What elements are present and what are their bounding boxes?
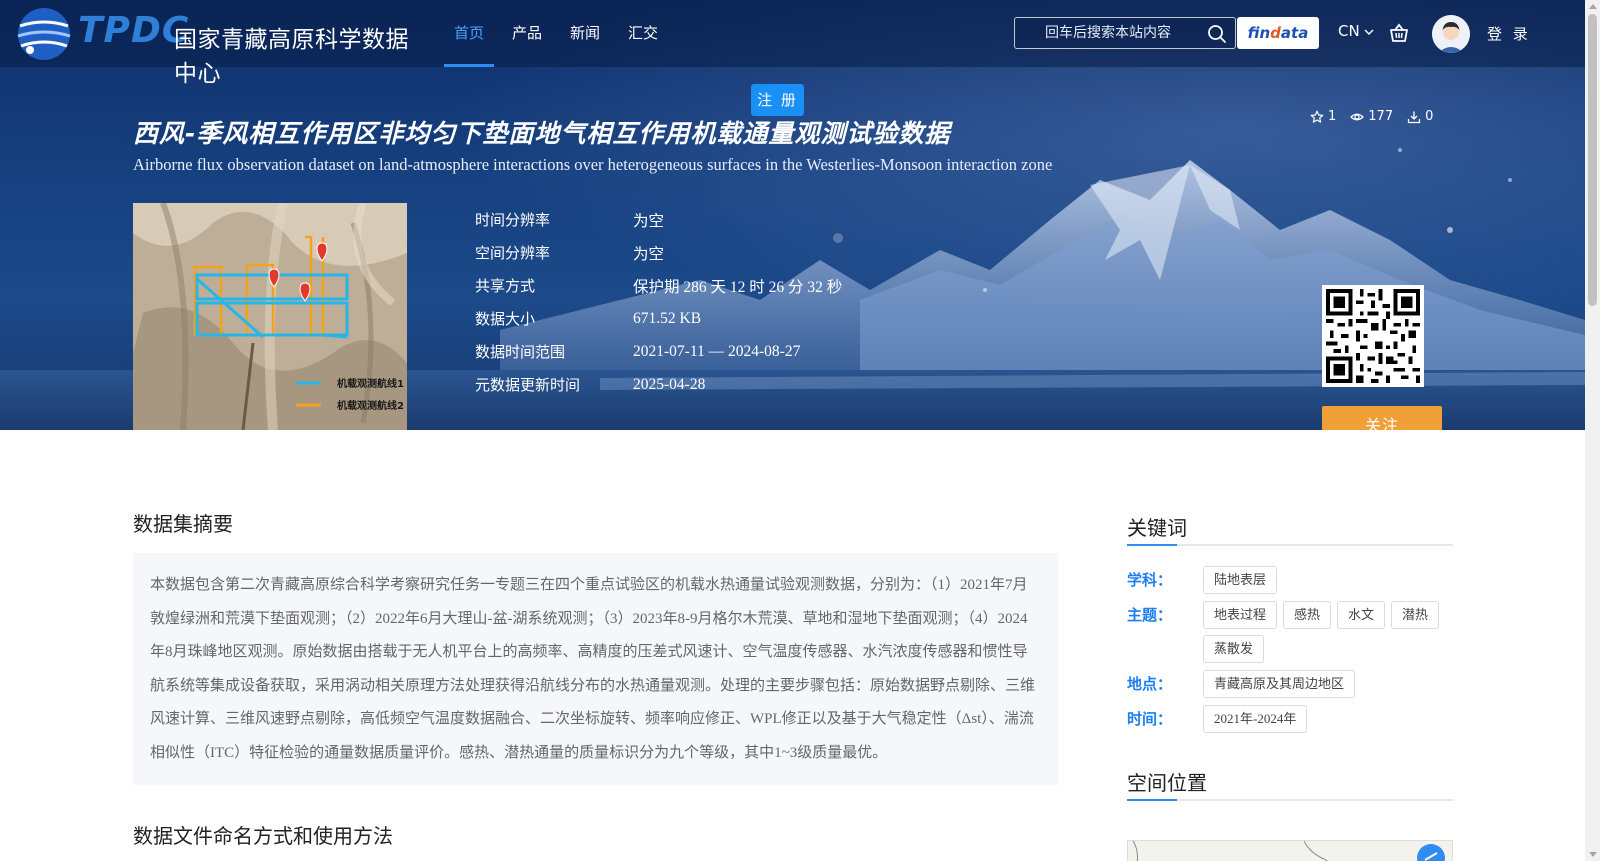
globe-logo-icon — [17, 8, 71, 60]
meta-row: 元数据更新时间 2025-04-28 — [475, 368, 842, 401]
keyword-row-theme: 主题： 地表过程 感热 水文 潜热 蒸散发 — [1127, 601, 1453, 663]
login-link[interactable]: 登 录 — [1487, 23, 1531, 44]
meta-value: 2025-04-28 — [633, 375, 706, 393]
keyword-tag[interactable]: 潜热 — [1391, 601, 1440, 629]
meta-label: 空间分辨率 — [475, 244, 551, 262]
cart-icon[interactable] — [1388, 22, 1410, 44]
chevron-down-icon — [1364, 29, 1374, 35]
meta-label: 元数据更新时间 — [475, 376, 581, 394]
nav-item-home[interactable]: 首页 — [440, 0, 498, 67]
flight-route-map-image: 机载观测航线1 机载观测航线2 — [133, 203, 407, 430]
file-naming-title: 数据文件命名方式和使用方法 — [133, 824, 393, 848]
page-scrollbar[interactable] — [1585, 0, 1600, 861]
nav-item-products[interactable]: 产品 — [498, 0, 556, 67]
keyword-label: 主题： — [1127, 606, 1173, 624]
keyword-tags: 地表过程 感热 水文 潜热 蒸散发 — [1203, 601, 1453, 663]
legend-route2: 机载观测航线2 — [337, 399, 404, 412]
page: TPDC 国家青藏高原科学数据中心 首页 产品 新闻 汇交 findata CN — [0, 0, 1600, 861]
keyword-tags: 青藏高原及其周边地区 — [1203, 670, 1453, 698]
logo-chinese-name: 国家青藏高原科学数据中心 — [174, 27, 409, 87]
keyword-row-place: 地点： 青藏高原及其周边地区 — [1127, 670, 1453, 698]
keyword-tags: 陆地表层 — [1203, 566, 1453, 594]
sidebar: 关键词 学科： 陆地表层 主题： 地表过程 感热 水文 潜热 蒸散发 地点： 青… — [1127, 512, 1453, 801]
site-logo[interactable]: TPDC 国家青藏高原科学数据中心 — [14, 4, 414, 87]
map-image — [1128, 841, 1452, 861]
keyword-tag[interactable]: 陆地表层 — [1203, 566, 1278, 594]
findata-label-part3: ata — [1280, 24, 1309, 42]
legend-route1: 机载观测航线1 — [337, 377, 404, 390]
dataset-metadata: 时间分辨率 为空 空间分辨率 为空 共享方式 保护期 286 天 12 时 26… — [475, 203, 842, 401]
meta-value: 保护期 286 天 12 时 26 分 32 秒 — [633, 278, 843, 296]
meta-label: 时间分辨率 — [475, 211, 551, 229]
search-icon[interactable] — [1207, 24, 1227, 44]
dataset-title-cn: 西风-季风相互作用区非均匀下垫面地气相互作用机载通量观测试验数据 — [133, 119, 951, 148]
meta-row: 数据大小 671.52 KB — [475, 302, 842, 335]
meta-value: 2021-07-11 — 2024-08-27 — [633, 342, 801, 360]
keywords-block: 学科： 陆地表层 主题： 地表过程 感热 水文 潜热 蒸散发 地点： 青藏高原及… — [1127, 566, 1453, 733]
keyword-label: 时间： — [1127, 710, 1173, 728]
meta-label: 数据时间范围 — [475, 343, 566, 361]
keyword-row-time: 时间： 2021年-2024年 — [1127, 705, 1453, 733]
scroll-down-arrow-icon[interactable] — [1589, 852, 1597, 857]
meta-value: 为空 — [633, 245, 665, 263]
abstract-title: 数据集摘要 — [133, 512, 233, 536]
qr-code-icon — [1326, 289, 1420, 383]
keyword-tags: 2021年-2024年 — [1203, 705, 1453, 733]
findata-label-part2: d — [1270, 24, 1281, 42]
downloads-stat: 0 — [1407, 109, 1433, 124]
abstract-body: 本数据包含第二次青藏高原综合科学考察研究任务一专题三在四个重点试验区的机载水热通… — [133, 553, 1058, 785]
meta-label: 数据大小 — [475, 310, 536, 328]
eye-icon — [1350, 113, 1365, 120]
hero-banner: TPDC 国家青藏高原科学数据中心 首页 产品 新闻 汇交 findata CN — [0, 0, 1585, 430]
keyword-label: 学科： — [1127, 571, 1173, 589]
keywords-title: 关键词 — [1127, 512, 1453, 546]
location-title: 空间位置 — [1127, 767, 1453, 801]
qr-code — [1322, 285, 1424, 387]
language-label: CN — [1338, 22, 1360, 40]
meta-row: 共享方式 保护期 286 天 12 时 26 分 32 秒 — [475, 269, 842, 302]
views-stat: 177 — [1350, 109, 1393, 124]
keyword-row-discipline: 学科： 陆地表层 — [1127, 566, 1453, 594]
keyword-tag[interactable]: 蒸散发 — [1203, 635, 1265, 663]
findata-button[interactable]: findata — [1237, 17, 1319, 49]
search-input[interactable] — [1015, 18, 1195, 48]
keyword-tag[interactable]: 青藏高原及其周边地区 — [1203, 670, 1356, 698]
meta-row: 空间分辨率 为空 — [475, 236, 842, 269]
keyword-tag[interactable]: 水文 — [1337, 601, 1386, 629]
language-switch[interactable]: CN — [1338, 22, 1374, 40]
nav-item-news[interactable]: 新闻 — [556, 0, 614, 67]
search-box — [1014, 17, 1236, 49]
avatar-icon — [1432, 15, 1470, 53]
star-icon — [1310, 110, 1324, 123]
scroll-thumb[interactable] — [1588, 14, 1597, 306]
user-avatar[interactable] — [1432, 15, 1470, 53]
register-button[interactable]: 注 册 — [751, 84, 804, 116]
meta-value: 671.52 KB — [633, 309, 702, 327]
dataset-stats: 1 177 0 — [1310, 109, 1433, 124]
main-nav: 首页 产品 新闻 汇交 — [440, 0, 672, 67]
views-count: 177 — [1368, 109, 1394, 124]
keyword-tag[interactable]: 2021年-2024年 — [1203, 705, 1308, 733]
favorites-count: 1 — [1328, 109, 1337, 124]
spatial-map[interactable] — [1127, 840, 1453, 861]
keyword-tag[interactable]: 感热 — [1283, 601, 1332, 629]
keyword-tag[interactable]: 地表过程 — [1203, 601, 1278, 629]
logo-wordmark: TPDC — [78, 10, 190, 51]
nav-item-submit[interactable]: 汇交 — [614, 0, 672, 67]
dataset-title-en: Airborne flux observation dataset on lan… — [133, 155, 1053, 174]
follow-button[interactable]: 关注 — [1322, 406, 1442, 430]
meta-row: 数据时间范围 2021-07-11 — 2024-08-27 — [475, 335, 842, 368]
findata-label-part1: fin — [1247, 24, 1271, 42]
download-icon — [1407, 111, 1421, 123]
scroll-up-arrow-icon[interactable] — [1589, 4, 1597, 9]
meta-row: 时间分辨率 为空 — [475, 203, 842, 236]
favorites-stat[interactable]: 1 — [1310, 109, 1336, 124]
meta-value: 为空 — [633, 212, 665, 230]
dataset-thumbnail[interactable]: 机载观测航线1 机载观测航线2 — [133, 203, 407, 430]
keyword-label: 地点： — [1127, 675, 1173, 693]
meta-label: 共享方式 — [475, 277, 536, 295]
downloads-count: 0 — [1425, 109, 1434, 124]
